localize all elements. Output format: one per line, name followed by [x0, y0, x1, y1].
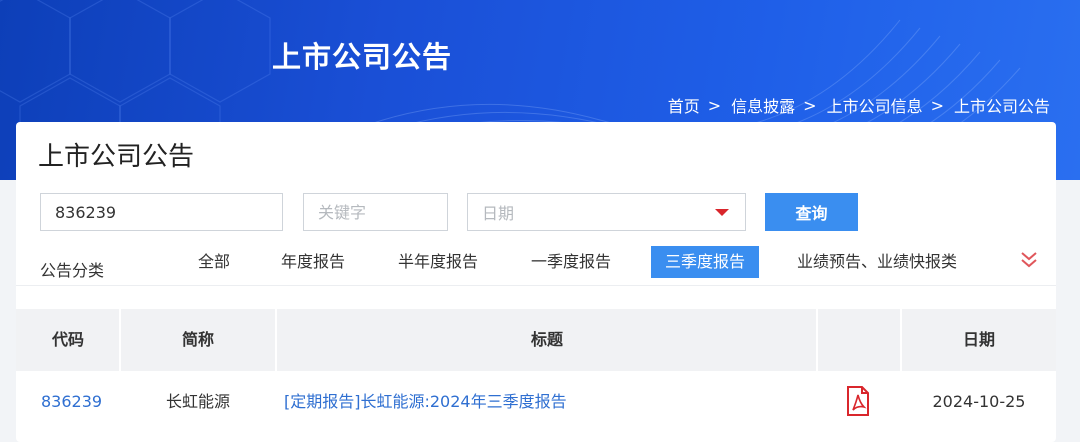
- category-q3[interactable]: 三季度报告: [651, 246, 760, 278]
- keyword-input[interactable]: [303, 193, 448, 231]
- header-name: 简称: [181, 330, 214, 349]
- card-title: 上市公司公告: [38, 142, 195, 172]
- expand-icon[interactable]: [1018, 249, 1040, 275]
- divider: [16, 285, 1056, 286]
- caret-down-icon: [715, 208, 729, 216]
- breadcrumb-separator: >: [707, 95, 722, 115]
- breadcrumb: 首页 > 信息披露 > 上市公司信息 > 上市公司公告: [668, 93, 1050, 117]
- query-button[interactable]: 查询: [765, 193, 858, 231]
- banner-title: 上市公司公告: [272, 40, 453, 74]
- row-name: 长虹能源: [165, 392, 230, 411]
- code-input[interactable]: [40, 193, 283, 231]
- header-title: 标题: [530, 330, 563, 349]
- column-divider: [816, 309, 818, 371]
- category-label: 公告分类: [40, 261, 105, 280]
- breadcrumb-home[interactable]: 首页: [668, 93, 700, 117]
- row-title-link[interactable]: [定期报告]长虹能源:2024年三季度报告: [284, 371, 567, 433]
- category-all[interactable]: 全部: [184, 246, 244, 278]
- table-header: 代码 简称 标题 日期: [16, 309, 1056, 371]
- breadcrumb-separator: >: [803, 95, 817, 115]
- category-q1[interactable]: 一季度报告: [517, 246, 625, 278]
- header-code: 代码: [51, 330, 84, 349]
- row-date: 2024-10-25: [932, 392, 1026, 411]
- category-forecast[interactable]: 业绩预告、业绩快报类: [783, 246, 971, 278]
- row-code[interactable]: 836239: [41, 371, 102, 433]
- table-row: 836239 长虹能源 [定期报告]长虹能源:2024年三季度报告 2024-1…: [16, 371, 1056, 433]
- breadcrumb-announcements[interactable]: 上市公司公告: [954, 93, 1050, 117]
- category-semiannual[interactable]: 半年度报告: [384, 246, 492, 278]
- breadcrumb-disclosure[interactable]: 信息披露: [731, 93, 795, 117]
- breadcrumb-company-info[interactable]: 上市公司信息: [827, 93, 923, 117]
- date-select[interactable]: 日期: [467, 193, 746, 231]
- announcement-card: 上市公司公告 日期 查询 公告分类 全部 年度报告 半年度报告 一季度报告 三季…: [16, 122, 1056, 442]
- breadcrumb-separator: >: [930, 95, 944, 115]
- header-date: 日期: [962, 330, 995, 349]
- pdf-icon[interactable]: [846, 386, 870, 420]
- category-annual[interactable]: 年度报告: [267, 246, 359, 278]
- date-placeholder: 日期: [482, 204, 515, 223]
